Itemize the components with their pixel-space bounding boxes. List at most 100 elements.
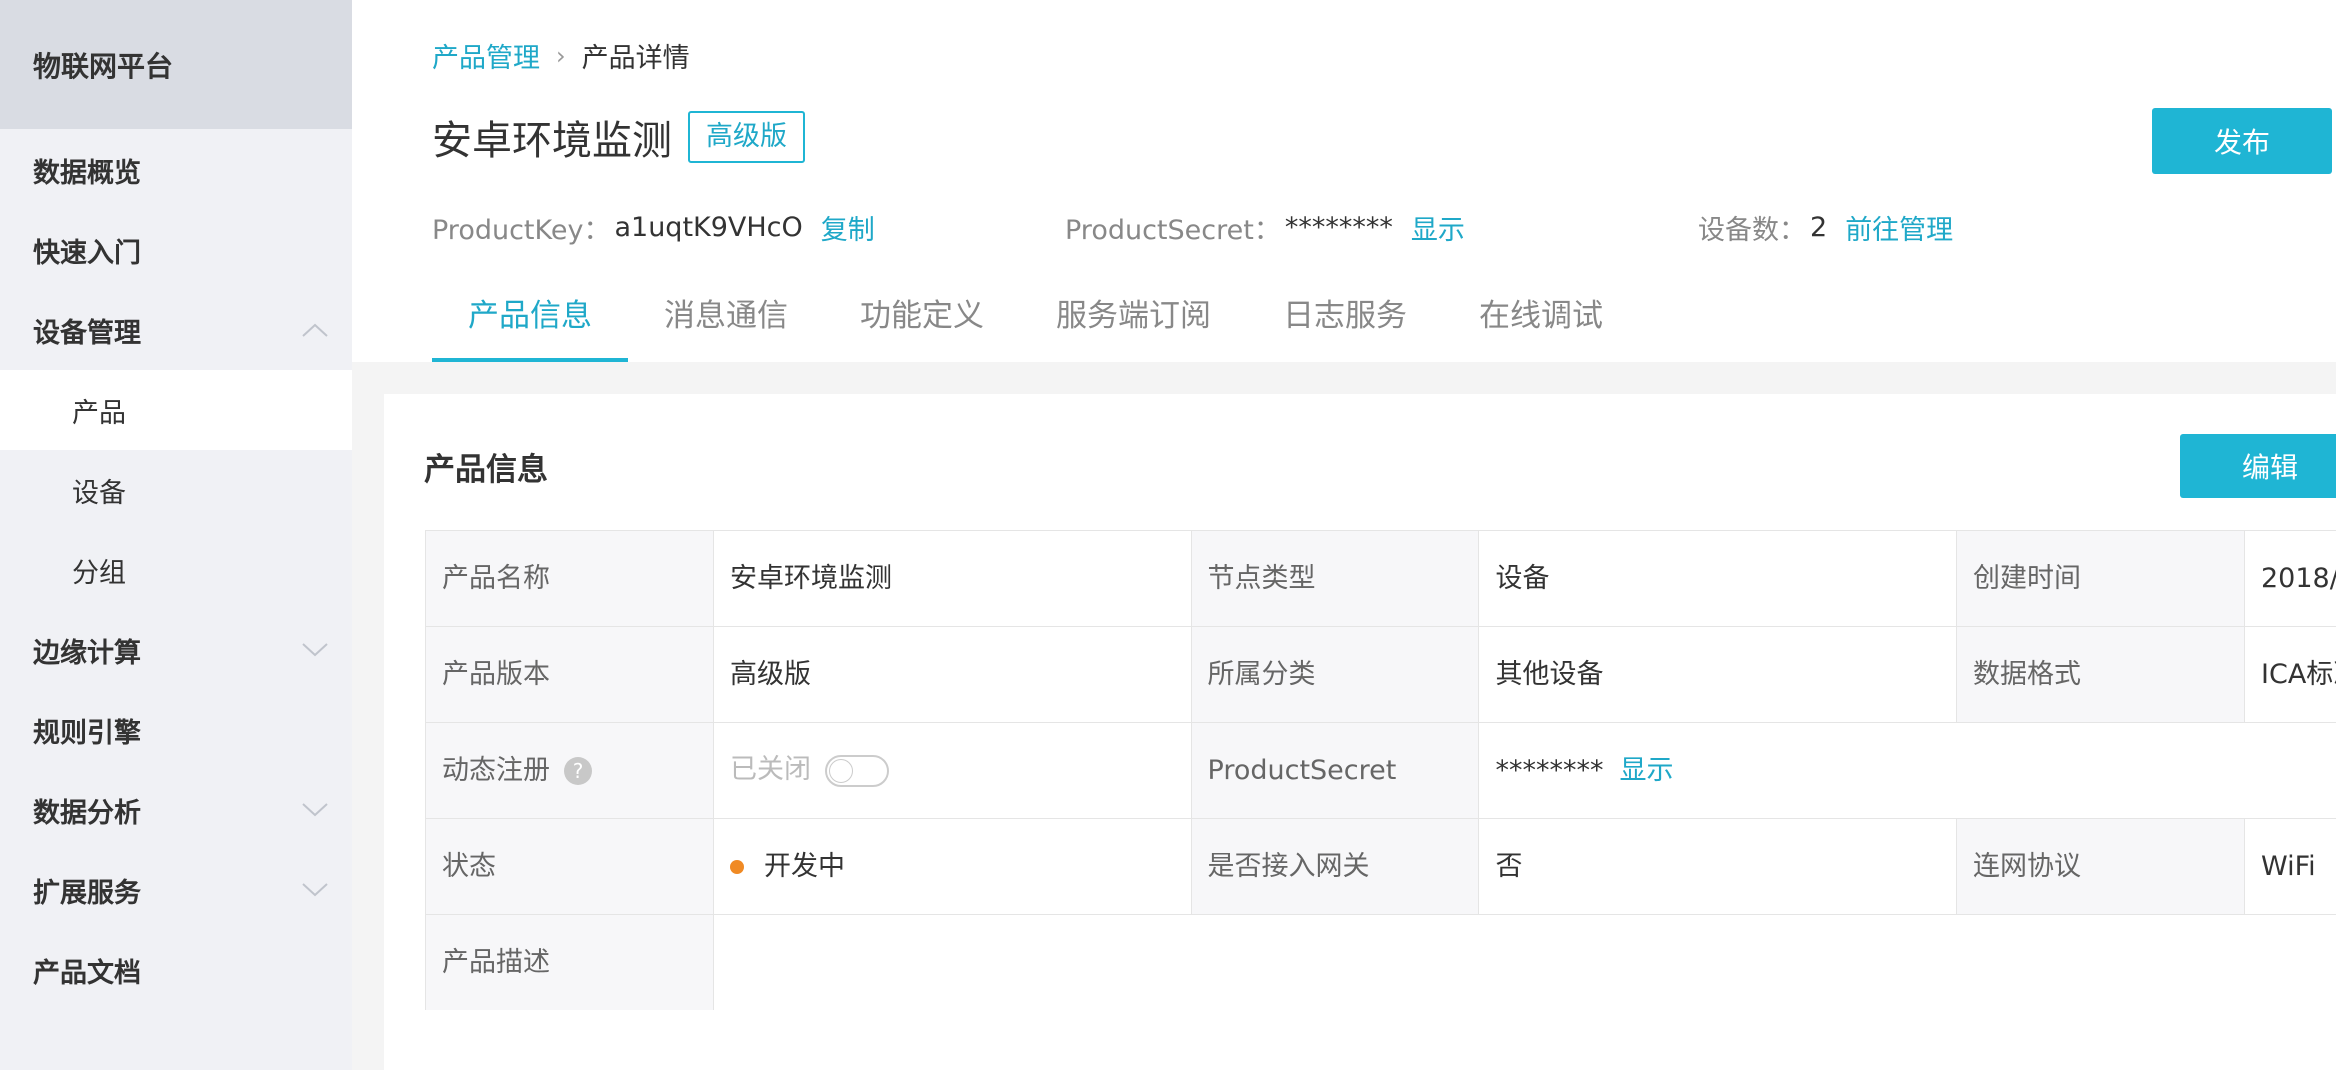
table-row: 动态注册? 已关闭 ProductSecret ******** 显示 [425,722,2336,819]
toggle-knob [828,758,853,783]
sidebar-item-product-docs[interactable]: 产品文档 [0,930,352,1010]
product-header: 产品管理 › 产品详情 安卓环境监测 高级版 发布 ProductKey： a1… [352,0,2336,362]
created-time-label: 创建时间 [1956,530,2245,627]
product-version-value: 高级版 [712,626,1192,723]
sidebar-item-label: 快速入门 [33,237,141,269]
product-key-meta: ProductKey： a1uqtK9VHcO 复制 [432,208,875,247]
sidebar-item-extension-services[interactable]: 扩展服务 [0,850,352,930]
chevron-down-icon [302,643,328,657]
product-secret-row-value: ******** [1495,754,1604,786]
sidebar-item-data-overview[interactable]: 数据概览 [0,130,352,210]
data-format-label: 数据格式 [1956,626,2245,723]
tab-online-debug[interactable]: 在线调试 [1443,290,1639,362]
section-title: 产品信息 [424,452,548,488]
product-name-value: 安卓环境监测 [712,530,1192,627]
category-value: 其他设备 [1478,626,1958,723]
product-secret-label: ProductSecret： [1065,215,1281,246]
status-dot-icon [729,860,744,874]
sidebar-item-rule-engine[interactable]: 规则引擎 [0,690,352,770]
edition-badge: 高级版 [688,111,805,163]
product-key-label: ProductKey： [432,215,611,246]
sidebar-item-label: 扩展服务 [33,877,141,909]
table-row: 产品名称 安卓环境监测 节点类型 设备 创建时间 2018/04/17 11:3… [425,530,2336,627]
product-key-value: a1uqtK9VHcO [614,212,803,243]
tab-log-service[interactable]: 日志服务 [1247,290,1443,362]
dynamic-register-label: 动态注册 [442,754,550,786]
sidebar-item-product[interactable]: 产品 [0,370,352,450]
device-count-value: 2 [1810,212,1828,243]
brand-title[interactable]: 物联网平台 [0,0,352,129]
product-secret-row-value-cell: ******** 显示 [1478,722,2336,819]
sidebar-item-label: 数据分析 [33,797,141,829]
show-secret-row-link[interactable]: 显示 [1619,755,1673,786]
sidebar-item-edge-computing[interactable]: 边缘计算 [0,610,352,690]
sidebar-item-label: 分组 [72,557,126,589]
description-value [712,914,2336,1010]
status-value: 开发中 [763,850,845,882]
manage-devices-link[interactable]: 前往管理 [1845,208,1953,247]
dynamic-register-status: 已关闭 [729,754,811,786]
table-row: 状态 开发中 是否接入网关 否 连网协议 WiFi [425,818,2336,915]
dynamic-register-toggle[interactable] [824,754,889,787]
chevron-down-icon [302,803,328,817]
sidebar-item-quick-start[interactable]: 快速入门 [0,210,352,290]
sidebar-item-label: 规则引擎 [33,717,141,749]
sidebar-item-device[interactable]: 设备 [0,450,352,530]
title-row: 安卓环境监测 高级版 [432,108,805,166]
publish-button[interactable]: 发布 [2152,108,2332,174]
table-row: 产品描述 [425,914,2336,1010]
sidebar-item-data-analysis[interactable]: 数据分析 [0,770,352,850]
product-tabs: 产品信息 消息通信 功能定义 服务端订阅 日志服务 在线调试 [432,290,1639,362]
gateway-label: 是否接入网关 [1190,818,1480,915]
sidebar-item-label: 产品 [72,397,126,429]
breadcrumb-separator-icon: › [556,41,566,70]
product-secret-row-label: ProductSecret [1190,722,1480,819]
breadcrumb-current: 产品详情 [581,43,690,74]
help-icon[interactable]: ? [564,757,592,785]
product-meta: ProductKey： a1uqtK9VHcO 复制 ProductSecret… [432,208,2332,248]
chevron-down-icon [302,883,328,897]
network-protocol-value: WiFi [2244,818,2336,915]
edit-button[interactable]: 编辑 [2180,434,2336,498]
sidebar-nav: 数据概览 快速入门 设备管理 产品 设备 分组 边缘计算 规则引擎 数据分析 扩… [0,129,352,1010]
data-format-value: ICA标准数据格式（Alink JSON） [2244,626,2336,723]
product-info-table-wrap: 产品名称 安卓环境监测 节点类型 设备 创建时间 2018/04/17 11:3… [425,530,2336,1010]
product-secret-value: ******** [1284,212,1393,243]
chevron-up-icon [302,323,328,337]
sidebar-item-label: 设备 [72,477,126,509]
sidebar: 物联网平台 数据概览 快速入门 设备管理 产品 设备 分组 边缘计算 规则引擎 … [0,0,352,1070]
tab-server-subscription[interactable]: 服务端订阅 [1020,290,1247,362]
sidebar-item-group[interactable]: 分组 [0,530,352,610]
page-title: 安卓环境监测 [432,118,672,164]
breadcrumb: 产品管理 › 产品详情 [432,36,690,75]
dynamic-register-cell: 动态注册? [425,722,714,819]
tab-product-info[interactable]: 产品信息 [432,290,628,362]
created-time-value: 2018/04/17 11:31:51 [2244,530,2336,627]
description-label: 产品描述 [425,914,714,1010]
show-secret-link[interactable]: 显示 [1411,208,1465,247]
device-count-label: 设备数： [1698,215,1806,246]
category-label: 所属分类 [1190,626,1480,723]
sidebar-item-label: 设备管理 [33,317,141,349]
copy-key-link[interactable]: 复制 [821,208,875,247]
product-name-label: 产品名称 [425,530,714,627]
sidebar-item-label: 产品文档 [33,957,141,989]
status-label: 状态 [425,818,714,915]
sidebar-item-device-management[interactable]: 设备管理 [0,290,352,370]
product-secret-meta: ProductSecret： ******** 显示 [1065,208,1465,247]
breadcrumb-product-management[interactable]: 产品管理 [432,36,540,75]
tab-function-definition[interactable]: 功能定义 [824,290,1020,362]
table-row: 产品版本 高级版 所属分类 其他设备 数据格式 ICA标准数据格式（Alink … [425,626,2336,723]
product-version-label: 产品版本 [425,626,714,723]
sidebar-item-label: 数据概览 [33,157,141,189]
network-protocol-label: 连网协议 [1956,818,2245,915]
node-type-value: 设备 [1478,530,1958,627]
dynamic-register-cell-value: 已关闭 [712,722,1192,819]
tab-messaging[interactable]: 消息通信 [628,290,824,362]
sidebar-item-label: 边缘计算 [33,637,141,669]
status-value-cell: 开发中 [712,818,1192,915]
product-info-table: 产品名称 安卓环境监测 节点类型 设备 创建时间 2018/04/17 11:3… [425,530,2336,1010]
device-count-meta: 设备数： 2 前往管理 [1698,208,1953,247]
node-type-label: 节点类型 [1190,530,1480,627]
gateway-value: 否 [1478,818,1958,915]
